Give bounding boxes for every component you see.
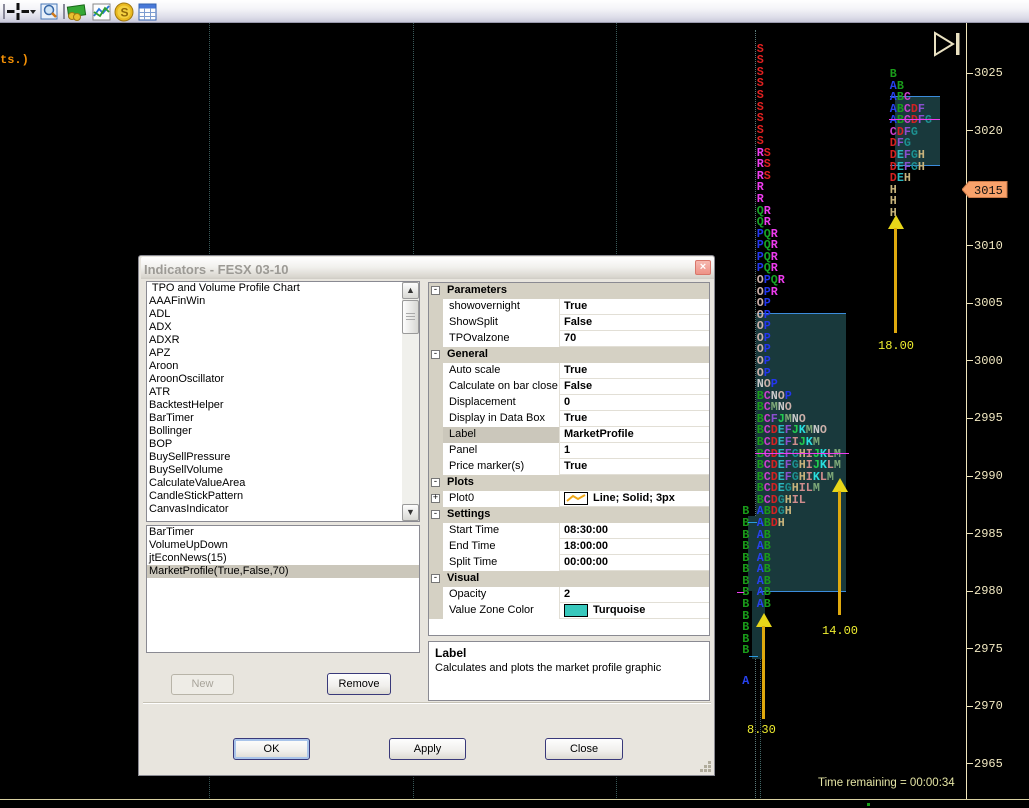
svg-text:S: S — [121, 6, 129, 20]
svg-text:3015: 3015 — [974, 184, 1003, 198]
